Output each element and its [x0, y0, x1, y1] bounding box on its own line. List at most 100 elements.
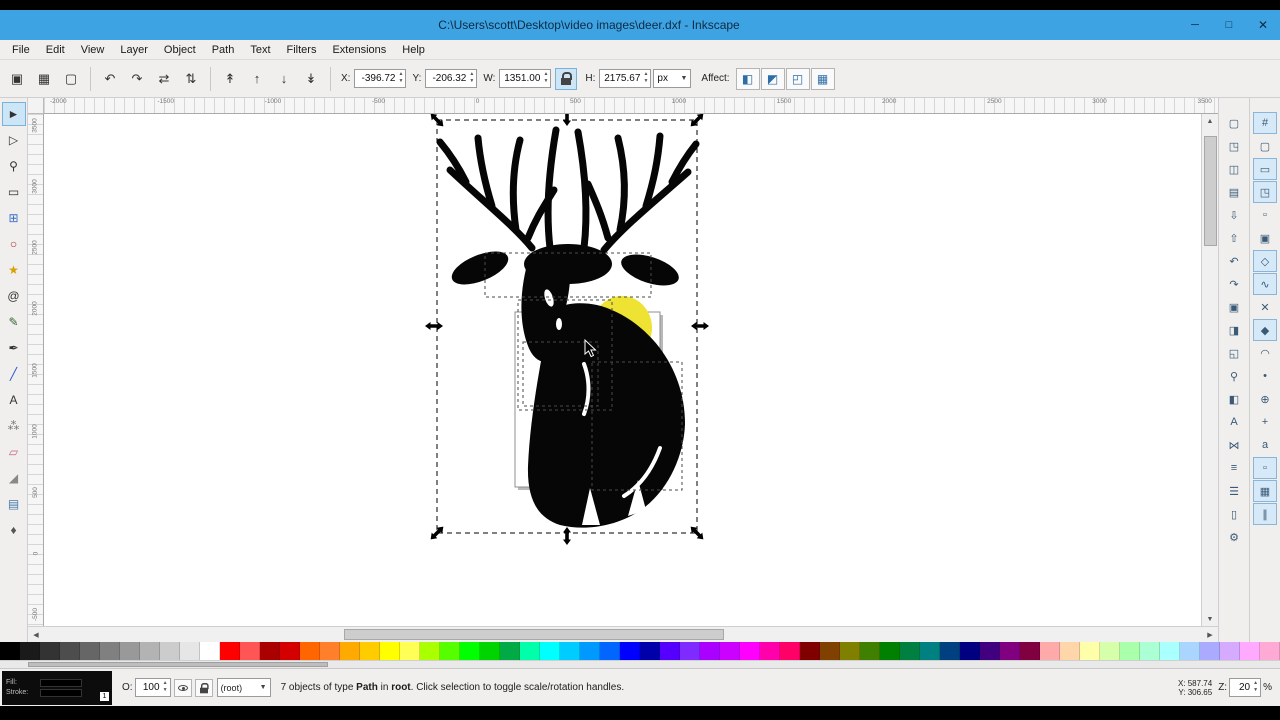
snap-text-baseline[interactable]: a	[1253, 434, 1277, 456]
tool-calligraphy[interactable]: ╱	[2, 362, 26, 386]
palette-swatch[interactable]	[720, 642, 740, 660]
palette-swatch[interactable]	[780, 642, 800, 660]
palette-swatch[interactable]	[80, 642, 100, 660]
palette-swatch[interactable]	[1160, 642, 1180, 660]
command-document-properties[interactable]: ▯	[1222, 503, 1246, 525]
toolbar-affect-patterns[interactable]: ▦	[810, 67, 835, 90]
close-button[interactable]: ✕	[1246, 10, 1280, 40]
menu-item[interactable]: Layer	[112, 42, 156, 58]
tool-eraser[interactable]: ▱	[2, 440, 26, 464]
palette-swatch[interactable]	[460, 642, 480, 660]
x-field[interactable]: -396.72 ▲ ▼	[354, 69, 407, 88]
tool-paint-bucket[interactable]: ◢	[2, 466, 26, 490]
toolbar-flip-horizontal[interactable]: ⇄	[151, 66, 177, 92]
toolbar-flip-vertical[interactable]: ⇅	[178, 66, 204, 92]
tool-dropper[interactable]: ♦	[2, 518, 26, 542]
palette-swatch[interactable]	[660, 642, 680, 660]
deer-body[interactable]	[447, 244, 685, 528]
layer-dropdown[interactable]: (root) ▼	[216, 678, 271, 697]
snap-path[interactable]: ∿	[1253, 273, 1277, 295]
palette-swatch[interactable]	[20, 642, 40, 660]
snap-path-intersections[interactable]: ✕	[1253, 296, 1277, 318]
palette-swatch[interactable]	[280, 642, 300, 660]
palette-swatch[interactable]	[840, 642, 860, 660]
command-copy[interactable]: ▣	[1222, 296, 1246, 318]
zoom-spinner[interactable]: ▲ ▼	[1252, 680, 1259, 693]
toolbar-affect-gradients[interactable]: ◰	[785, 67, 810, 90]
palette-swatch[interactable]	[240, 642, 260, 660]
palette-swatch[interactable]	[1180, 642, 1200, 660]
palette-swatch[interactable]	[420, 642, 440, 660]
command-text-dialog[interactable]: A	[1222, 411, 1246, 433]
y-spinner[interactable]: ▲ ▼	[468, 71, 475, 84]
palette-swatch[interactable]	[900, 642, 920, 660]
palette-swatch[interactable]	[800, 642, 820, 660]
zoom-field[interactable]: 20 ▲ ▼	[1229, 678, 1262, 697]
palette-swatch[interactable]	[960, 642, 980, 660]
horizontal-scroll-thumb[interactable]	[344, 629, 724, 640]
scroll-up-icon[interactable]: ▲	[1202, 114, 1218, 128]
snap-page-border[interactable]: ▫	[1253, 457, 1277, 479]
palette-swatch[interactable]	[1080, 642, 1100, 660]
tool-pencil[interactable]: ✎	[2, 310, 26, 334]
command-zoom-drawing[interactable]: ⚲	[1222, 365, 1246, 387]
palette-swatch[interactable]	[860, 642, 880, 660]
palette-swatch[interactable]	[980, 642, 1000, 660]
palette-scroll-thumb[interactable]	[28, 662, 328, 667]
tool-spray[interactable]: ⁂	[2, 414, 26, 438]
command-preferences[interactable]: ⚙	[1222, 526, 1246, 548]
menu-item[interactable]: Extensions	[324, 42, 394, 58]
tool-box-3d[interactable]: ⊞	[2, 206, 26, 230]
palette-swatch[interactable]	[200, 642, 220, 660]
palette-swatch[interactable]	[940, 642, 960, 660]
snap-guides[interactable]: ∥	[1253, 503, 1277, 525]
palette-swatch[interactable]	[600, 642, 620, 660]
toolbar-lower-to-bottom[interactable]: ↡	[298, 66, 324, 92]
snap-line-midpoints[interactable]: •	[1253, 365, 1277, 387]
toolbar-raise[interactable]: ↑	[244, 66, 270, 92]
palette-swatch[interactable]	[820, 642, 840, 660]
command-save-document[interactable]: ◫	[1222, 158, 1246, 180]
palette-swatch[interactable]	[1020, 642, 1040, 660]
palette-scrollbar[interactable]	[0, 660, 1280, 668]
palette-swatch[interactable]	[220, 642, 240, 660]
tool-rectangle[interactable]: ▭	[2, 180, 26, 204]
unit-dropdown[interactable]: px ▼	[653, 69, 692, 88]
stroke-swatch[interactable]	[40, 688, 82, 697]
layer-lock-button[interactable]	[194, 678, 213, 697]
tool-selector[interactable]: ►	[1, 102, 26, 126]
palette-swatch[interactable]	[300, 642, 320, 660]
toolbar-lower[interactable]: ↓	[271, 66, 297, 92]
palette-swatch[interactable]	[60, 642, 80, 660]
palette-swatch[interactable]	[1140, 642, 1160, 660]
toolbar-select-all[interactable]: ▣	[4, 66, 30, 92]
menu-item[interactable]: View	[73, 42, 113, 58]
width-field[interactable]: 1351.00 ▲ ▼	[499, 69, 552, 88]
palette-swatch[interactable]	[160, 642, 180, 660]
menu-item[interactable]: Path	[204, 42, 243, 58]
snap-smooth-nodes[interactable]: ◠	[1253, 342, 1277, 364]
toolbar-deselect[interactable]: ▢	[58, 66, 84, 92]
palette-swatch[interactable]	[360, 642, 380, 660]
snap-rotation-centers[interactable]: +	[1253, 411, 1277, 433]
command-export[interactable]: ⇧	[1222, 227, 1246, 249]
menu-item[interactable]: File	[4, 42, 38, 58]
toolbar-select-all-layers[interactable]: ▦	[31, 66, 57, 92]
tool-pen[interactable]: ✒	[2, 336, 26, 360]
palette-swatch[interactable]	[1100, 642, 1120, 660]
height-field[interactable]: 2175.67 ▲ ▼	[599, 69, 652, 88]
horizontal-scrollbar[interactable]: ◀ ▶	[28, 626, 1218, 642]
palette-swatch[interactable]	[380, 642, 400, 660]
palette-swatch[interactable]	[540, 642, 560, 660]
command-paste[interactable]: ◨	[1222, 319, 1246, 341]
menu-item[interactable]: Object	[156, 42, 204, 58]
palette-swatch[interactable]	[480, 642, 500, 660]
palette-swatch[interactable]	[1200, 642, 1220, 660]
snap-bbox-edges[interactable]: ▭	[1253, 158, 1277, 180]
menu-item[interactable]: Filters	[279, 42, 325, 58]
command-duplicate[interactable]: ◱	[1222, 342, 1246, 364]
palette-swatch[interactable]	[100, 642, 120, 660]
snap-grid[interactable]: ▦	[1253, 480, 1277, 502]
tool-gradient[interactable]: ▤	[2, 492, 26, 516]
toolbar-rotate-cw[interactable]: ↷	[124, 66, 150, 92]
